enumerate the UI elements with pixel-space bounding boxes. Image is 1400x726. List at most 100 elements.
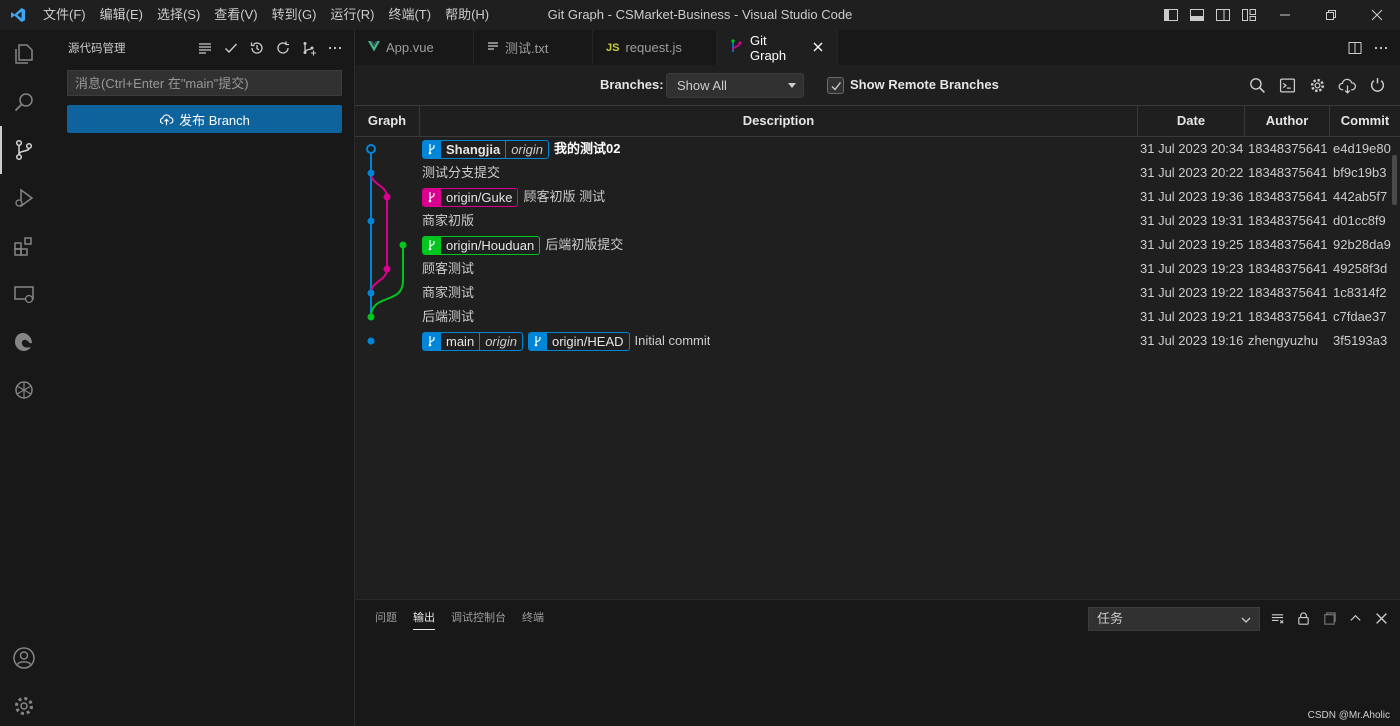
panel-tab-output[interactable]: 输出 (413, 600, 435, 636)
sidebar-title: 源代码管理 (68, 42, 126, 55)
settings-icon[interactable] (1302, 73, 1332, 97)
minimize-button[interactable] (1262, 0, 1308, 30)
tab-git-graph[interactable]: Git Graph (717, 30, 838, 65)
close-tab-icon[interactable] (813, 40, 823, 55)
tab-app-vue[interactable]: App.vue (355, 30, 474, 65)
menu-go[interactable]: 转到(G) (265, 0, 324, 30)
settings-gear-icon[interactable] (0, 682, 48, 726)
split-editor-icon[interactable] (1342, 33, 1368, 63)
branch-ref-tag[interactable]: main origin (422, 331, 523, 351)
header-graph[interactable]: Graph (355, 106, 419, 136)
tab-request-js[interactable]: JS request.js (593, 30, 717, 65)
history-icon[interactable] (244, 35, 270, 61)
editor-more-actions-icon[interactable] (1368, 33, 1394, 63)
commit-date: 31 Jul 2023 19:25 (1140, 237, 1244, 252)
view-git-graph-icon[interactable] (296, 35, 322, 61)
commit-message: 后端初版提交 (545, 237, 624, 252)
commit-date: 31 Jul 2023 19:23 (1140, 261, 1244, 276)
toggle-panel-icon[interactable] (1184, 0, 1210, 30)
commit-author: zhengyuzhu (1248, 333, 1319, 348)
clear-output-icon[interactable] (1264, 606, 1290, 630)
table-row[interactable]: 商家初版 31 Jul 2023 19:31 18348375641 d01cc… (355, 209, 1400, 233)
explorer-icon[interactable] (0, 30, 48, 78)
open-output-editor-icon[interactable] (1316, 606, 1342, 630)
terminal-icon[interactable] (1272, 73, 1302, 97)
more-actions-icon[interactable] (322, 35, 348, 61)
restore-button[interactable] (1308, 0, 1354, 30)
branch-ref-tag[interactable]: Shangjia origin (422, 139, 549, 159)
header-commit[interactable]: Commit (1329, 106, 1400, 136)
table-row[interactable]: 测试分支提交 31 Jul 2023 20:22 18348375641 bf9… (355, 161, 1400, 185)
run-debug-icon[interactable] (0, 174, 48, 222)
header-description[interactable]: Description (419, 106, 1137, 136)
panel-tab-terminal[interactable]: 终端 (522, 600, 544, 636)
refresh-icon[interactable] (270, 35, 296, 61)
scrollbar-thumb[interactable] (1392, 155, 1397, 205)
branch-ref-tag[interactable]: origin/HEAD (527, 331, 630, 351)
commit-author: 18348375641 (1248, 141, 1328, 156)
checkmark-icon (831, 81, 841, 91)
accounts-icon[interactable] (0, 634, 48, 682)
table-row[interactable]: 顾客测试 31 Jul 2023 19:23 18348375641 49258… (355, 257, 1400, 281)
customize-layout-icon[interactable] (1236, 0, 1262, 30)
commit-hash: 1c8314f2 (1333, 285, 1387, 300)
maximize-panel-icon[interactable] (1342, 606, 1368, 630)
refresh-graph-icon[interactable] (1362, 73, 1392, 97)
panel-tab-problems[interactable]: 问题 (375, 600, 397, 636)
branch-ref-tag[interactable]: origin/Houduan (422, 235, 541, 255)
source-control-icon[interactable] (0, 126, 48, 174)
edge-devtools-icon[interactable] (0, 318, 48, 366)
branch-ref-tag[interactable]: origin/Guke (422, 187, 519, 207)
tab-label: request.js (625, 40, 682, 55)
commit-check-icon[interactable] (218, 35, 244, 61)
menu-help[interactable]: 帮助(H) (438, 0, 496, 30)
search-icon[interactable] (0, 78, 48, 126)
commit-date: 31 Jul 2023 19:21 (1140, 309, 1244, 324)
header-date[interactable]: Date (1137, 106, 1244, 136)
menu-view[interactable]: 查看(V) (207, 0, 264, 30)
table-row[interactable]: origin/Guke 顾客初版 测试 31 Jul 2023 19:36 18… (355, 185, 1400, 209)
vscode-logo-icon (0, 0, 36, 30)
commit-message: 测试分支提交 (422, 165, 501, 180)
commit-author: 18348375641 (1248, 309, 1328, 324)
commit-message: 后端测试 (422, 309, 475, 324)
find-search-icon[interactable] (1242, 73, 1272, 97)
tab-test-txt[interactable]: 测试.txt (474, 30, 593, 65)
output-channel-select[interactable]: 任务 (1088, 607, 1260, 631)
table-row[interactable]: main origin origin/HEAD Initial commit 3… (355, 329, 1400, 353)
commit-date: 31 Jul 2023 19:36 (1140, 189, 1244, 204)
commit-hash: 3f5193a3 (1333, 333, 1388, 348)
ref-remote: origin (479, 332, 522, 350)
panel-tab-debug-console[interactable]: 调试控制台 (451, 600, 506, 636)
table-row[interactable]: 后端测试 31 Jul 2023 19:21 18348375641 c7fda… (355, 305, 1400, 329)
lock-scroll-icon[interactable] (1290, 606, 1316, 630)
menu-selection[interactable]: 选择(S) (150, 0, 207, 30)
toggle-secondary-sidebar-icon[interactable] (1210, 0, 1236, 30)
commit-message: Initial commit (634, 333, 711, 348)
table-row[interactable]: origin/Houduan 后端初版提交 31 Jul 2023 19:25 … (355, 233, 1400, 257)
ref-name: main (446, 333, 475, 349)
chatgpt-icon[interactable] (0, 366, 48, 414)
menu-bar: 文件(F) 编辑(E) 选择(S) 查看(V) 转到(G) 运行(R) 终端(T… (36, 0, 496, 30)
menu-terminal[interactable]: 终端(T) (381, 0, 438, 30)
table-row[interactable]: Shangjia origin 我的测试02 31 Jul 2023 20:34… (355, 137, 1400, 161)
publish-branch-button[interactable]: 发布 Branch (67, 105, 342, 133)
fetch-cloud-icon[interactable] (1332, 73, 1362, 97)
menu-run[interactable]: 运行(R) (323, 0, 381, 30)
menu-edit[interactable]: 编辑(E) (93, 0, 150, 30)
branches-dropdown[interactable]: Show All (666, 73, 804, 98)
extensions-icon[interactable] (0, 222, 48, 270)
remote-explorer-icon[interactable] (0, 270, 48, 318)
commit-description: 商家测试 (422, 281, 474, 305)
commit-author: 18348375641 (1248, 261, 1328, 276)
commit-message-input[interactable] (67, 70, 342, 96)
toggle-primary-sidebar-icon[interactable] (1158, 0, 1184, 30)
header-author[interactable]: Author (1244, 106, 1329, 136)
table-row[interactable]: 商家测试 31 Jul 2023 19:22 18348375641 1c831… (355, 281, 1400, 305)
menu-file[interactable]: 文件(F) (36, 0, 93, 30)
tab-label: App.vue (386, 40, 434, 55)
close-window-button[interactable] (1354, 0, 1400, 30)
view-as-list-icon[interactable] (192, 35, 218, 61)
close-panel-icon[interactable] (1368, 606, 1394, 630)
show-remote-branches-checkbox[interactable] (827, 77, 844, 94)
